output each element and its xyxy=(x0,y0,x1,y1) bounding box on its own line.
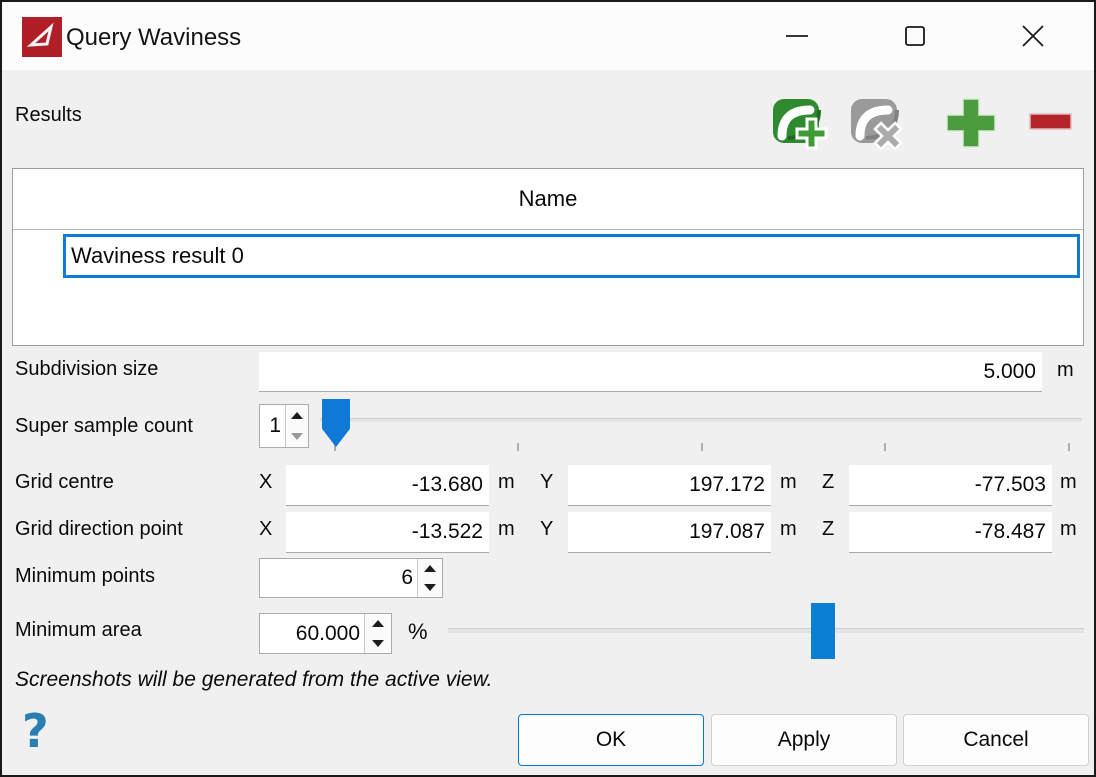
minimize-button[interactable] xyxy=(764,10,830,62)
minimize-icon xyxy=(784,23,810,49)
subdivision-size-unit: m xyxy=(1057,359,1074,382)
result-name-edit-field[interactable]: Waviness result 0 xyxy=(63,234,1080,278)
maximize-icon xyxy=(902,23,928,49)
close-icon xyxy=(1020,23,1046,49)
results-label: Results xyxy=(15,104,82,127)
close-button[interactable] xyxy=(1000,10,1066,62)
cancel-button[interactable]: Cancel xyxy=(903,714,1089,766)
minimum-points-spinner[interactable]: 6 xyxy=(259,558,443,598)
add-result-icon xyxy=(770,94,832,150)
grid-centre-z-field[interactable]: -77.503 xyxy=(849,465,1052,506)
grid-direction-z-field[interactable]: -78.487 xyxy=(849,512,1052,553)
super-sample-count-slider[interactable] xyxy=(320,398,1082,456)
super-sample-down-button[interactable] xyxy=(286,426,308,447)
grid-centre-y-unit: m xyxy=(780,471,797,494)
minimum-area-spinner[interactable]: 60.000 xyxy=(259,613,392,654)
results-table[interactable]: Name Waviness result 0 xyxy=(12,168,1084,346)
grid-direction-z-unit: m xyxy=(1060,518,1077,541)
super-sample-count-label: Super sample count xyxy=(15,415,193,438)
window-title: Query Waviness xyxy=(66,24,241,52)
remove-result-button[interactable] xyxy=(848,94,910,150)
screenshot-note: Screenshots will be generated from the a… xyxy=(15,668,492,692)
minus-icon xyxy=(1028,108,1074,134)
grid-direction-x-unit: m xyxy=(498,518,515,541)
column-header-name[interactable]: Name xyxy=(13,169,1083,230)
spin-up-icon xyxy=(372,620,384,627)
slider-handle[interactable] xyxy=(811,603,835,659)
grid-direction-point-label: Grid direction point xyxy=(15,518,183,541)
app-icon xyxy=(22,17,62,57)
remove-result-icon xyxy=(848,94,910,150)
minimum-area-slider[interactable] xyxy=(448,602,1084,662)
subdivision-size-label: Subdivision size xyxy=(15,358,158,381)
minimum-points-down-button[interactable] xyxy=(418,578,442,597)
minimum-area-value[interactable]: 60.000 xyxy=(260,614,364,653)
plus-icon xyxy=(945,97,997,149)
subdivision-size-field[interactable]: 5.000 xyxy=(259,352,1042,392)
minimum-area-label: Minimum area xyxy=(15,619,142,642)
grid-centre-x-unit: m xyxy=(498,471,515,494)
query-waviness-dialog: Query Waviness Results xyxy=(0,0,1096,777)
grid-centre-y-field[interactable]: 197.172 xyxy=(568,465,771,506)
slider-track[interactable] xyxy=(448,628,1084,633)
axis-y-label: Y xyxy=(540,471,553,494)
spin-up-icon xyxy=(424,565,436,572)
titlebar[interactable]: Query Waviness xyxy=(2,2,1094,70)
grid-centre-x-field[interactable]: -13.680 xyxy=(286,465,489,506)
minimum-points-value[interactable]: 6 xyxy=(260,559,417,597)
minimum-area-up-button[interactable] xyxy=(365,614,391,634)
help-button[interactable]: ? xyxy=(22,704,49,758)
add-result-button[interactable] xyxy=(770,94,832,150)
minimum-area-unit: % xyxy=(408,619,428,645)
slider-handle[interactable] xyxy=(322,399,350,447)
axis-z-label: Z xyxy=(822,518,834,541)
grid-direction-y-field[interactable]: 197.087 xyxy=(568,512,771,553)
super-sample-count-spinner[interactable]: 1 xyxy=(259,404,309,448)
super-sample-up-button[interactable] xyxy=(286,405,308,426)
axis-z-label: Z xyxy=(822,471,834,494)
apply-button[interactable]: Apply xyxy=(711,714,897,766)
grid-direction-y-unit: m xyxy=(780,518,797,541)
spin-down-icon xyxy=(291,433,303,440)
add-row-button[interactable] xyxy=(945,97,997,149)
axis-y-label: Y xyxy=(540,518,553,541)
grid-centre-label: Grid centre xyxy=(15,471,114,494)
ok-button[interactable]: OK xyxy=(518,714,704,766)
minimum-points-up-button[interactable] xyxy=(418,559,442,578)
slider-track[interactable] xyxy=(320,418,1082,422)
axis-x-label: X xyxy=(259,518,272,541)
maximize-button[interactable] xyxy=(882,10,948,62)
grid-direction-x-field[interactable]: -13.522 xyxy=(286,512,489,553)
minimum-points-label: Minimum points xyxy=(15,565,155,588)
super-sample-count-value[interactable]: 1 xyxy=(260,405,285,447)
minimum-area-down-button[interactable] xyxy=(365,634,391,654)
spin-up-icon xyxy=(291,412,303,419)
remove-row-button[interactable] xyxy=(1028,108,1074,134)
grid-centre-z-unit: m xyxy=(1060,471,1077,494)
spin-down-icon xyxy=(372,640,384,647)
axis-x-label: X xyxy=(259,471,272,494)
spin-down-icon xyxy=(424,584,436,591)
